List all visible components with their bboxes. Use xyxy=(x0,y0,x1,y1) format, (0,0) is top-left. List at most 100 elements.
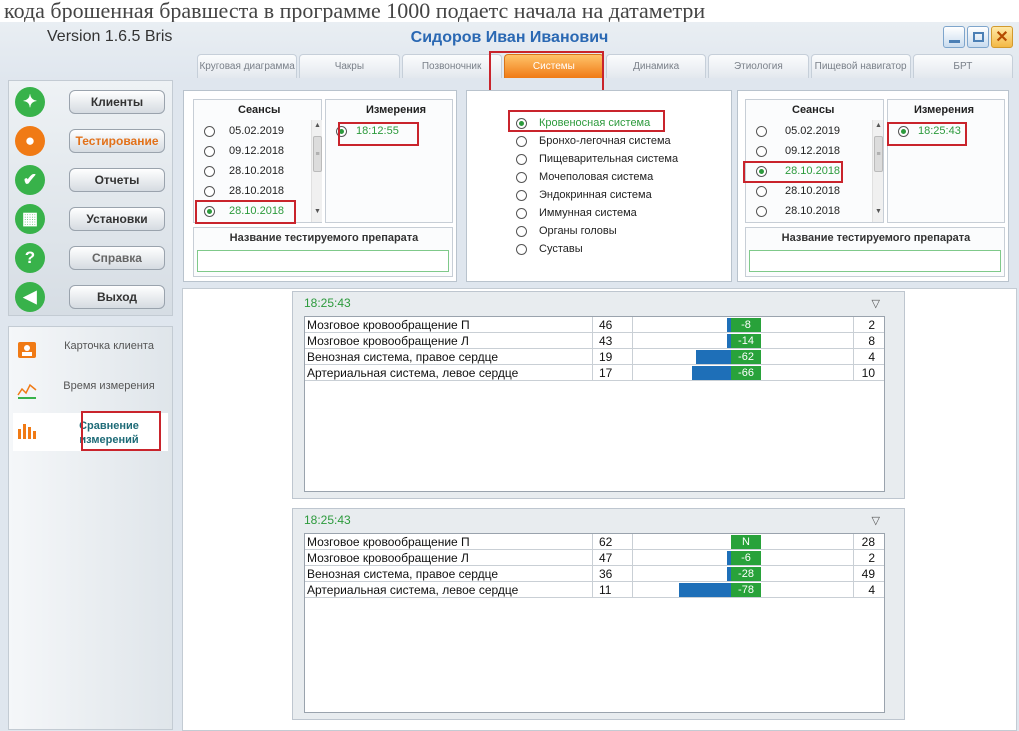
right-session-label-3[interactable]: 28.10.2018 xyxy=(785,185,840,197)
tester-icon: ● xyxy=(15,126,45,156)
scroll-down-icon[interactable]: ▼ xyxy=(874,208,883,217)
delta-bar xyxy=(679,583,731,597)
left-session-radio-3[interactable] xyxy=(204,186,215,197)
minimize-icon xyxy=(948,39,960,43)
scroll-down-icon[interactable]: ▼ xyxy=(313,208,322,217)
row-count: 2 xyxy=(868,551,875,565)
left-session-radio-1[interactable] xyxy=(204,146,215,157)
close-button[interactable]: ✕ xyxy=(991,26,1013,48)
collapse-triangle-icon[interactable]: ▽ xyxy=(872,514,880,527)
system-label-5[interactable]: Иммунная система xyxy=(539,207,637,219)
left-sessions-scrollbar[interactable]: ▲ ≡ ▼ xyxy=(311,120,322,222)
document-text-strip: кода брошенная бравшеста в программе 100… xyxy=(4,0,706,22)
maximize-button[interactable] xyxy=(967,26,989,48)
system-label-2[interactable]: Пищеварительная система xyxy=(539,153,678,165)
right-session-radio-3[interactable] xyxy=(756,186,767,197)
system-label-1[interactable]: Бронхо-легочная система xyxy=(539,135,671,147)
system-radio-6[interactable] xyxy=(516,226,527,237)
result-panel-0: 18:25:43 ▽ Мозговое кровообращение П 46 -8 2 М… xyxy=(292,291,905,499)
left-session-label-1[interactable]: 09.12.2018 xyxy=(229,145,284,157)
scroll-thumb[interactable]: ≡ xyxy=(874,136,883,172)
system-radio-2[interactable] xyxy=(516,154,527,165)
checkmark-icon: ✔ xyxy=(15,165,45,195)
system-label-4[interactable]: Эндокринная система xyxy=(539,189,652,201)
maximize-icon xyxy=(972,32,984,42)
right-session-label-0[interactable]: 05.02.2019 xyxy=(785,125,840,137)
delta-label: -14 xyxy=(731,334,761,348)
col-divider xyxy=(853,582,854,598)
system-label-7[interactable]: Суставы xyxy=(539,243,583,255)
sidebar-button-1[interactable]: Тестирование xyxy=(69,129,165,153)
collapse-triangle-icon[interactable]: ▽ xyxy=(872,297,880,310)
delta-bar xyxy=(696,350,731,364)
row-value: 62 xyxy=(599,535,613,549)
selected-system-highlight xyxy=(508,110,665,132)
submenu-item-0[interactable]: Карточка клиента xyxy=(13,333,168,371)
sidebar-item-2[interactable]: ✔ Отчеты xyxy=(13,163,173,197)
active-tab-highlight xyxy=(489,51,604,95)
scroll-up-icon[interactable]: ▲ xyxy=(313,122,322,131)
right-session-radio-0[interactable] xyxy=(756,126,767,137)
submenu-item-1[interactable]: Время измерения xyxy=(13,373,168,411)
left-session-radio-0[interactable] xyxy=(204,126,215,137)
result-time-1: 18:25:43 xyxy=(304,513,351,527)
system-label-3[interactable]: Мочеполовая система xyxy=(539,171,653,183)
right-sessions-scrollbar[interactable]: ▲ ≡ ▼ xyxy=(872,120,883,222)
tab-7[interactable]: БРТ xyxy=(912,54,1013,78)
row-count: 2 xyxy=(868,318,875,332)
col-divider xyxy=(632,582,633,598)
sidebar-item-1[interactable]: ● Тестирование xyxy=(13,124,173,158)
tab-6[interactable]: Пищевой навигатор xyxy=(810,54,911,78)
system-radio-3[interactable] xyxy=(516,172,527,183)
person-icon: ✦ xyxy=(15,87,45,117)
minimize-button[interactable] xyxy=(943,26,965,48)
sidebar-item-3[interactable]: ▦ Установки xyxy=(13,202,173,236)
sidebar-button-5[interactable]: Выход xyxy=(69,285,165,309)
sidebar-item-0[interactable]: ✦ Клиенты xyxy=(13,85,173,119)
right-session-label-1[interactable]: 09.12.2018 xyxy=(785,145,840,157)
system-radio-7[interactable] xyxy=(516,244,527,255)
sidebar-button-0[interactable]: Клиенты xyxy=(69,90,165,114)
submenu-label-1: Время измерения xyxy=(63,380,155,392)
row-name: Артериальная система, левое сердце xyxy=(307,366,519,380)
tab-5[interactable]: Этиология xyxy=(708,54,809,78)
scroll-up-icon[interactable]: ▲ xyxy=(874,122,883,131)
sidebar-item-4[interactable]: ? Справка xyxy=(13,241,173,275)
right-session-radio-4[interactable] xyxy=(756,206,767,217)
sidebar-button-3[interactable]: Установки xyxy=(69,207,165,231)
system-radio-4[interactable] xyxy=(516,190,527,201)
sidebar-button-2[interactable]: Отчеты xyxy=(69,168,165,192)
col-divider xyxy=(853,333,854,349)
result-table-1: Мозговое кровообращение П 62 N 28 Мозговое к… xyxy=(304,533,885,713)
scroll-thumb[interactable]: ≡ xyxy=(313,136,322,172)
tab-2[interactable]: Позвоночник xyxy=(401,54,502,78)
right-session-radio-1[interactable] xyxy=(756,146,767,157)
right-session-label-4[interactable]: 28.10.2018 xyxy=(785,205,840,217)
left-drug-box: Название тестируемого препарата xyxy=(193,227,453,277)
col-divider xyxy=(632,566,633,582)
left-session-radio-2[interactable] xyxy=(204,166,215,177)
system-radio-1[interactable] xyxy=(516,136,527,147)
window-controls: ✕ xyxy=(943,26,1013,48)
sidebar-button-4[interactable]: Справка xyxy=(69,246,165,270)
sidebar-item-5[interactable]: ◀ Выход xyxy=(13,280,173,314)
right-drug-label: Название тестируемого препарата xyxy=(781,232,971,244)
col-divider xyxy=(853,349,854,365)
row-value: 17 xyxy=(599,366,613,380)
system-label-6[interactable]: Органы головы xyxy=(539,225,617,237)
left-session-label-2[interactable]: 28.10.2018 xyxy=(229,165,284,177)
delta-label: -6 xyxy=(731,551,761,565)
row-value: 47 xyxy=(599,551,613,565)
system-radio-5[interactable] xyxy=(516,208,527,219)
tab-0[interactable]: Круговая диаграмма xyxy=(197,54,298,78)
tab-1[interactable]: Чакры xyxy=(299,54,400,78)
compare-bars-icon xyxy=(17,421,37,439)
left-session-label-0[interactable]: 05.02.2019 xyxy=(229,125,284,137)
col-divider xyxy=(632,349,633,365)
tab-4[interactable]: Динамика xyxy=(606,54,707,78)
right-drug-input[interactable] xyxy=(749,250,1001,272)
row-value: 11 xyxy=(599,583,612,597)
left-drug-input[interactable] xyxy=(197,250,449,272)
left-session-label-3[interactable]: 28.10.2018 xyxy=(229,185,284,197)
col-divider xyxy=(853,317,854,333)
